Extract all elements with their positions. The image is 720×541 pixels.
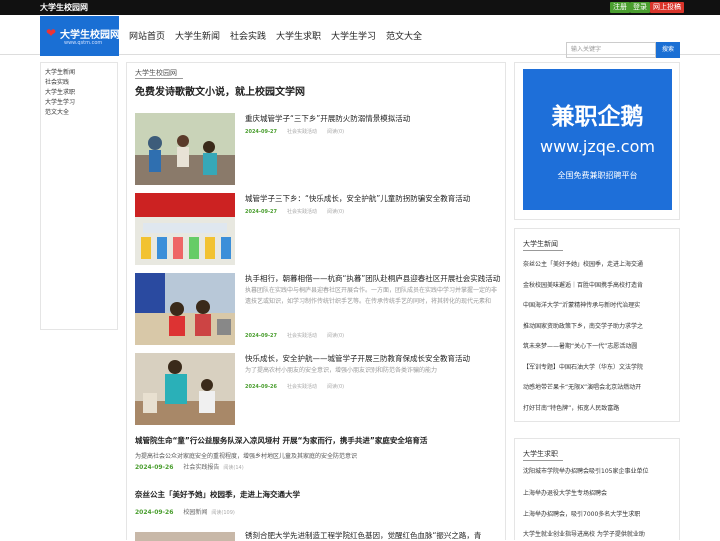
article-meta: 2024-09-26 社会实践报告 阅读(14) [135, 464, 244, 471]
article-thumbnail[interactable] [135, 193, 235, 265]
top-bar: 大学生校园网 注册 登录 网上投稿 [0, 0, 720, 15]
sidebar-item-study[interactable]: 大学生学习 [45, 97, 75, 106]
nav-practice[interactable]: 社会实践 [230, 29, 266, 42]
panel-title: 大学生求职 [523, 450, 558, 458]
article-meta: 2024-09-26 校园新闻 阅读(109) [135, 509, 235, 516]
sidebar-item-practice[interactable]: 社会实践 [45, 77, 69, 86]
ad-banner[interactable]: 兼职企鹅 www.jzqe.com 全国免费兼职招聘平台 [523, 69, 672, 210]
logo-title: 大学生校园网 [60, 30, 120, 41]
sidebar-item-news[interactable]: 大学生新闻 [45, 67, 75, 76]
register-button[interactable]: 注册 [610, 2, 630, 13]
ad-panel: 兼职企鹅 www.jzqe.com 全国免费兼职招聘平台 [514, 62, 680, 220]
jobs-link[interactable]: 沈阳城市学院举办招聘会吸引105家企事业单位 [523, 466, 675, 475]
sidebar-item-essays[interactable]: 范文大全 [45, 107, 69, 116]
nav-home[interactable]: 网站首页 [129, 29, 165, 42]
nav-essays[interactable]: 范文大全 [386, 29, 422, 42]
article-thumbnail[interactable] [135, 353, 235, 425]
main-content: 大学生校园网 免费发诗歌散文小说，就上校园文学网 重庆城管学子“三下乡”开展防火… [126, 62, 506, 541]
panel-title: 大学生新闻 [523, 240, 558, 248]
article-title[interactable]: 锈刻合肥大学先进制造工程学院红色基因，觉醒红色血脉“振兴之路，青 [245, 530, 481, 541]
sidebar: 大学生新闻 社会实践 大学生求职 大学生学习 范文大全 [40, 62, 118, 330]
header: ❤ 大学生校园网 www.qstm.com 网站首页 大学生新闻 社会实践 大学… [0, 15, 720, 58]
article-summary: 为提高社会公众对家庭安全的重视程度，增强乡村地区儿童及其家庭的安全防范意识 [135, 453, 358, 460]
page-title: 免费发诗歌散文小说，就上校园文学网 [135, 87, 305, 98]
article-thumbnail[interactable] [135, 113, 235, 185]
nav-study[interactable]: 大学生学习 [331, 29, 376, 42]
site-logo[interactable]: ❤ 大学生校园网 www.qstm.com [40, 16, 120, 56]
news-link[interactable]: 动感地带芒果卡“无限X”演唱会北京站燃动开 [523, 382, 675, 391]
article-summary: 执暮团队在实践中与桐庐县迎春社区开展合作。一方面，团队成员在实践中学习并掌握一定… [245, 287, 498, 305]
search-button[interactable]: 搜索 [656, 42, 680, 58]
breadcrumb[interactable]: 大学生校园网 [135, 68, 177, 78]
article-title[interactable]: 城管院生命“童”行公益服务队深入凉风垭村 开展“为家而行，携手共进”家庭安全培育… [135, 435, 501, 446]
news-link[interactable]: 筑未来梦——暑期“关心下一代”志愿活动圆 [523, 341, 675, 350]
article-title[interactable]: 奈丝公主「美好予她」校园季，走进上海交通大学 [135, 489, 501, 500]
nav-news[interactable]: 大学生新闻 [175, 29, 220, 42]
divider [523, 460, 563, 461]
article-title[interactable]: 执手相行，朝暮相借——杭商“执暮”团队赴桐庐县迎春社区开展社会实践活动 [245, 273, 500, 284]
article-meta: 2024-09-27 社会实践活动 阅读(0) [245, 209, 345, 215]
article-thumbnail[interactable] [135, 273, 235, 345]
logo-subtitle: www.qstm.com [64, 40, 103, 46]
news-link[interactable]: 打好甘南“特色牌”，拓宽人民致富路 [523, 403, 675, 412]
divider [135, 78, 183, 79]
article-meta: 2024-09-27 社会实践活动 阅读(0) [245, 333, 345, 339]
submit-article-button[interactable]: 网上投稿 [650, 2, 684, 13]
news-link[interactable]: 【军训专题】中国石油大学（华东）文法学院 [523, 362, 675, 371]
list-item[interactable]: 锈刻合肥大学先进制造工程学院红色基因，觉醒红色血脉“振兴之路，青 [135, 529, 501, 541]
article-title[interactable]: 快乐成长，安全护航——城管学子开展三防教育保成长安全教育活动 [245, 353, 470, 364]
news-panel: 大学生新闻 奈丝公主「美好予她」校园季，走进上海交通 金秋校园美味邂逅｜百胜中国… [514, 228, 680, 422]
article-summary: 为了提高农村小朋友的安全意识，增强小朋友识别和防范各类诈骗的能力 [245, 367, 438, 374]
login-button[interactable]: 登录 [630, 2, 650, 13]
list-item[interactable]: 执手相行，朝暮相借——杭商“执暮”团队赴桐庐县迎春社区开展社会实践活动 执暮团队… [135, 273, 501, 345]
jobs-link[interactable]: 大学生就业创业指导进高校 为学子提供就业助 [523, 529, 675, 538]
news-link[interactable]: 中国海洋大学“沂蒙精神传承与新时代治理实 [523, 300, 675, 309]
article-meta: 2024-09-27 社会实践活动 阅读(0) [245, 129, 345, 135]
jobs-link[interactable]: 上海举办招聘会，吸引7000多名大学生求职 [523, 509, 675, 518]
jobs-panel: 大学生求职 沈阳城市学院举办招聘会吸引105家企事业单位 上海举办退役大学生专场… [514, 438, 680, 540]
divider [523, 250, 563, 251]
article-meta: 2024-09-26 社会实践活动 阅读(0) [245, 384, 345, 390]
news-link[interactable]: 金秋校园美味邂逅｜百胜中国携手高校打造肯 [523, 280, 675, 289]
article-thumbnail[interactable] [135, 529, 235, 541]
heart-icon: ❤ [46, 26, 57, 40]
article-title[interactable]: 重庆城管学子“三下乡”开展防火防溺情景模拟活动 [245, 113, 410, 124]
list-item[interactable]: 快乐成长，安全护航——城管学子开展三防教育保成长安全教育活动 为了提高农村小朋友… [135, 353, 501, 425]
search-input[interactable]: 输入关键字 [566, 42, 656, 58]
sidebar-item-jobs[interactable]: 大学生求职 [45, 87, 75, 96]
list-item[interactable]: 重庆城管学子“三下乡”开展防火防溺情景模拟活动 2024-09-27 社会实践活动… [135, 113, 501, 185]
article-title[interactable]: 城管学子三下乡：“快乐成长，安全护航”儿童防拐防骗安全教育活动 [245, 193, 470, 204]
top-brand[interactable]: 大学生校园网 [40, 2, 88, 13]
news-link[interactable]: 推动国家资助政策下乡，南交学子助力求学之 [523, 321, 675, 330]
news-link[interactable]: 奈丝公主「美好予她」校园季，走进上海交通 [523, 259, 675, 268]
list-item[interactable]: 城管院生命“童”行公益服务队深入凉风垭村 开展“为家而行，携手共进”家庭安全培育… [135, 435, 501, 471]
list-item[interactable]: 城管学子三下乡：“快乐成长，安全护航”儿童防拐防骗安全教育活动 2024-09-… [135, 193, 501, 265]
list-item[interactable]: 奈丝公主「美好予她」校园季，走进上海交通大学 2024-09-26 校园新闻 阅读(… [135, 489, 501, 516]
jobs-link[interactable]: 上海举办退役大学生专场招聘会 [523, 488, 675, 497]
nav-jobs[interactable]: 大学生求职 [276, 29, 321, 42]
